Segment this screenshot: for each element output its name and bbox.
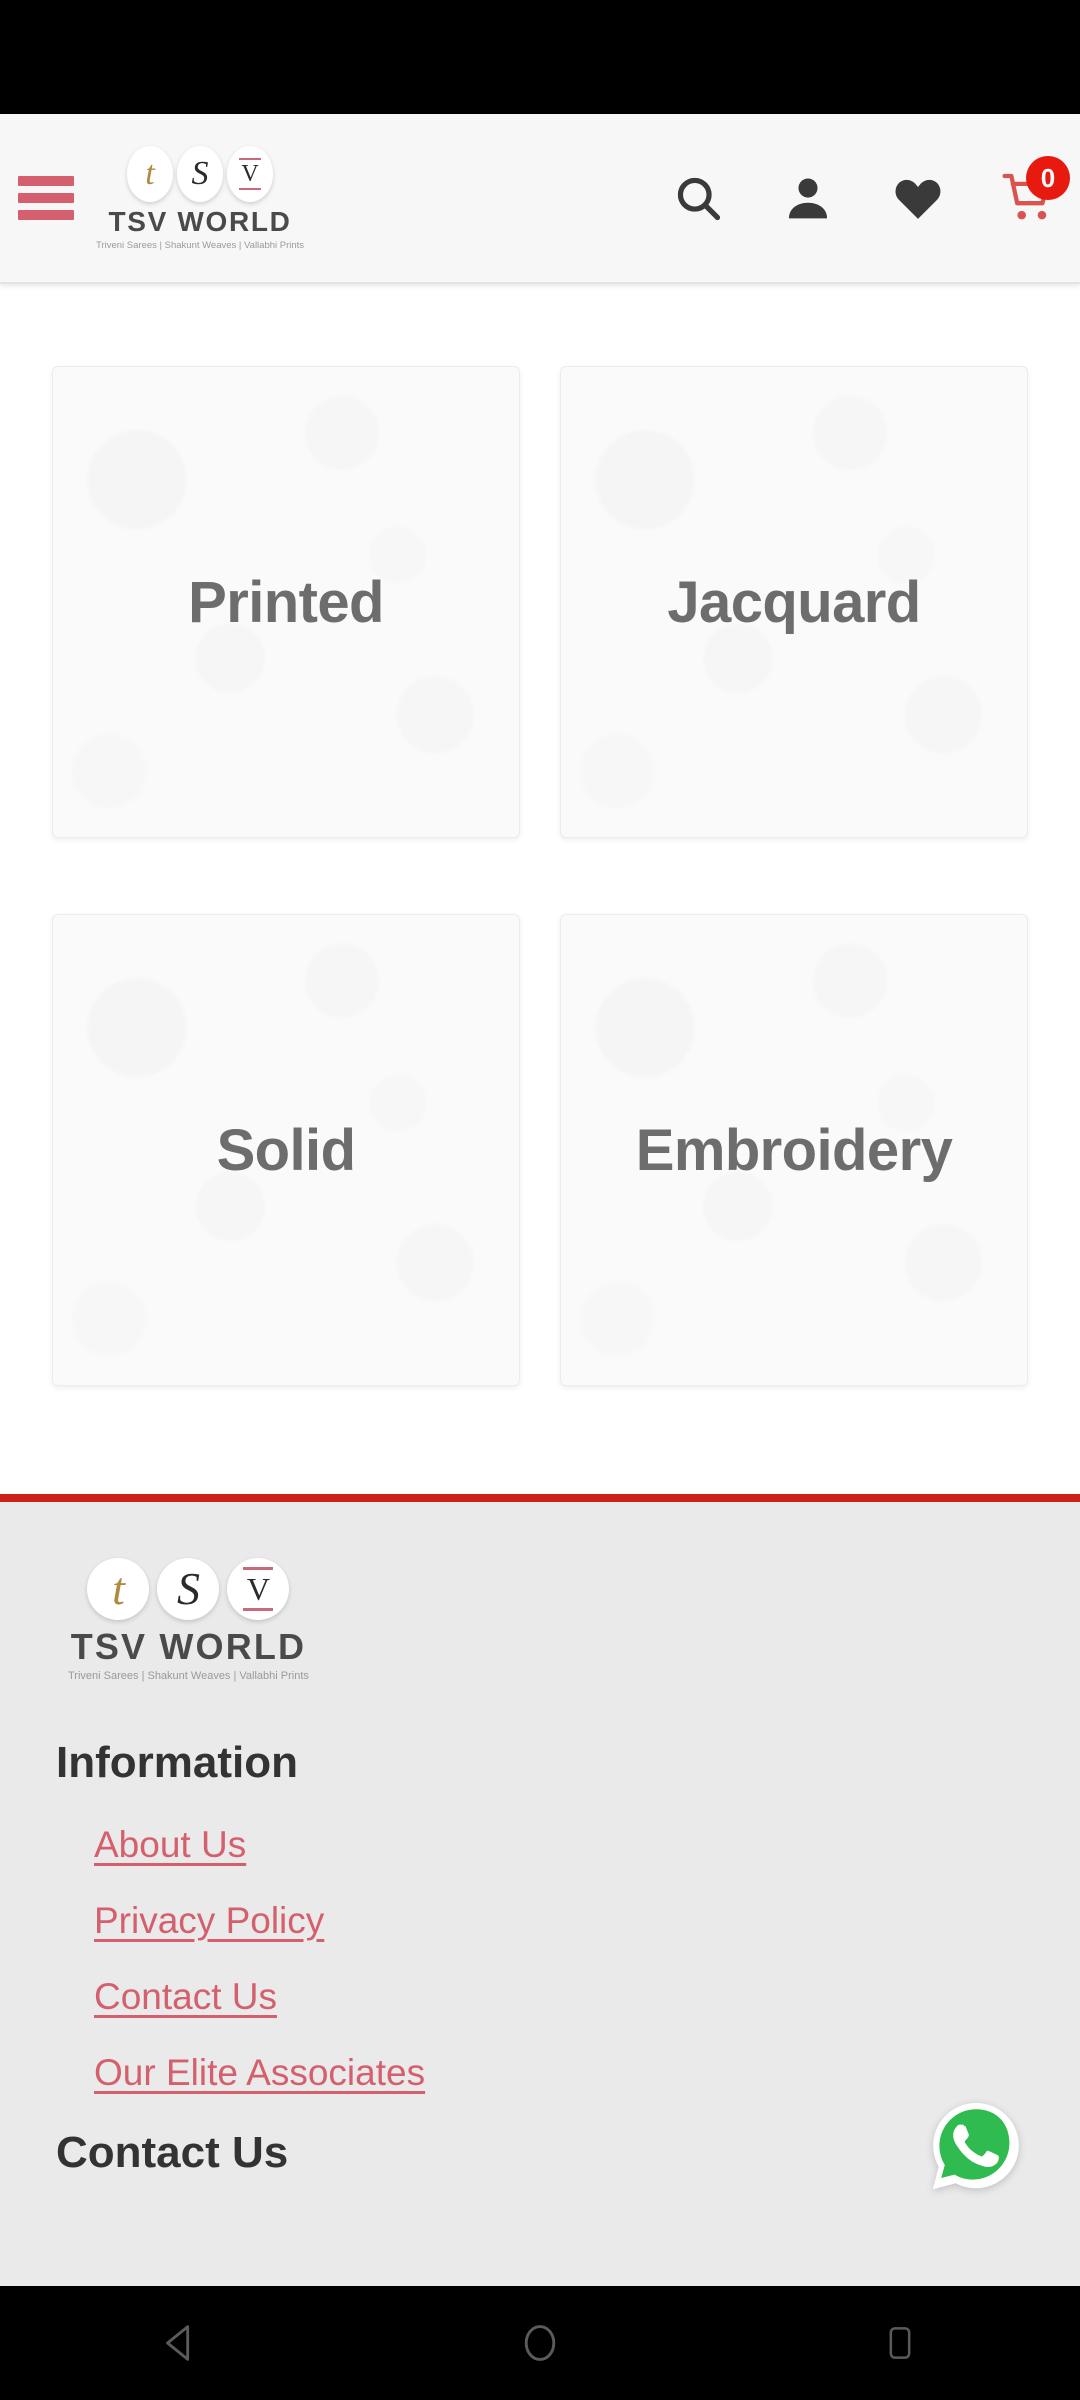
footer-link-contact-us[interactable]: Contact Us (94, 1976, 277, 2017)
list-item: Contact Us (94, 1976, 1080, 2018)
footer-heading-contact-us: Contact Us (56, 2128, 289, 2177)
footer-link-about-us[interactable]: About Us (94, 1824, 246, 1865)
home-button[interactable] (480, 2286, 600, 2400)
logo-glyph-v: V (241, 160, 259, 187)
whatsapp-icon[interactable] (928, 2098, 1024, 2194)
footer-link-privacy-policy[interactable]: Privacy Policy (94, 1900, 324, 1941)
logo-tagline: Triveni Sarees | Shakunt Weaves | Vallab… (68, 1670, 309, 1682)
site-header: t S V TSV WORLD Triveni Sarees | Shakunt… (0, 114, 1080, 284)
footer-heading-information: Information (56, 1738, 298, 1787)
site-footer: t S V TSV WORLD Triveni Sarees | Shakunt… (0, 1494, 1080, 2400)
hamburger-bar (18, 193, 74, 203)
logo-glyph-s: S (176, 1563, 200, 1614)
logo-v-bar-bottom (239, 187, 262, 190)
footer-logo[interactable]: t S V TSV WORLD Triveni Sarees | Shakunt… (68, 1558, 309, 1682)
cart-count-badge: 0 (1026, 156, 1070, 200)
hamburger-menu-icon[interactable] (18, 176, 74, 220)
logo-glyph-t: t (145, 154, 155, 192)
category-label: Embroidery (635, 1117, 953, 1183)
list-item: Our Elite Associates (94, 2052, 1080, 2094)
header-icon-group: 0 (670, 156, 1070, 226)
logo-v-bar-top (243, 1567, 274, 1570)
footer-link-list: About Us Privacy Policy Contact Us Our E… (0, 1824, 1080, 2094)
wishlist-heart-icon[interactable] (890, 170, 946, 226)
logo-circle-v: V (227, 1558, 290, 1620)
logo-circle-s: S (157, 1558, 220, 1620)
logo-circles: t S V (83, 1558, 293, 1620)
logo-circle-v: V (227, 145, 274, 202)
logo-circle-t: t (87, 1558, 150, 1620)
list-item: Privacy Policy (94, 1900, 1080, 1942)
logo-v-bar-top (239, 157, 262, 160)
logo-v-bar-bottom (243, 1608, 274, 1611)
android-nav-bar (0, 2286, 1080, 2400)
mobile-screen: t S V TSV WORLD Triveni Sarees | Shakunt… (0, 0, 1080, 2400)
hamburger-bar (18, 210, 74, 220)
recents-button[interactable] (840, 2286, 960, 2400)
hamburger-bar (18, 176, 74, 186)
category-grid: Printed Jacquard Solid Embroidery (0, 286, 1080, 1462)
back-button[interactable] (120, 2286, 240, 2400)
category-label: Solid (216, 1117, 356, 1183)
logo-v-wrap: V (243, 1567, 274, 1611)
category-label: Printed (188, 569, 384, 635)
logo-glyph-v: V (246, 1571, 270, 1607)
category-card-solid[interactable]: Solid (52, 914, 520, 1386)
logo-wordmark: TSV WORLD (70, 1626, 307, 1667)
logo-wordmark: TSV WORLD (108, 205, 292, 237)
logo-tagline: Triveni Sarees | Shakunt Weaves | Vallab… (96, 239, 305, 251)
logo-glyph-t: t (112, 1563, 125, 1614)
logo-circles: t S V (125, 145, 275, 202)
category-row: Solid Embroidery (52, 914, 1028, 1386)
status-bar (0, 0, 1080, 114)
category-row: Printed Jacquard (52, 366, 1028, 838)
logo-circle-t: t (127, 145, 174, 202)
search-icon[interactable] (670, 170, 726, 226)
cart-icon[interactable]: 0 (1000, 156, 1070, 226)
site-logo[interactable]: t S V TSV WORLD Triveni Sarees | Shakunt… (96, 145, 305, 251)
list-item: About Us (94, 1824, 1080, 1866)
category-card-printed[interactable]: Printed (52, 366, 520, 838)
category-card-jacquard[interactable]: Jacquard (560, 366, 1028, 838)
category-label: Jacquard (667, 569, 921, 635)
logo-circle-s: S (177, 145, 224, 202)
logo-v-wrap: V (239, 157, 262, 190)
footer-logo-wrap: t S V TSV WORLD Triveni Sarees | Shakunt… (0, 1558, 309, 1682)
category-card-embroidery[interactable]: Embroidery (560, 914, 1028, 1386)
logo-glyph-s: S (191, 154, 209, 192)
account-person-icon[interactable] (780, 170, 836, 226)
footer-link-our-elite-associates[interactable]: Our Elite Associates (94, 2052, 425, 2093)
